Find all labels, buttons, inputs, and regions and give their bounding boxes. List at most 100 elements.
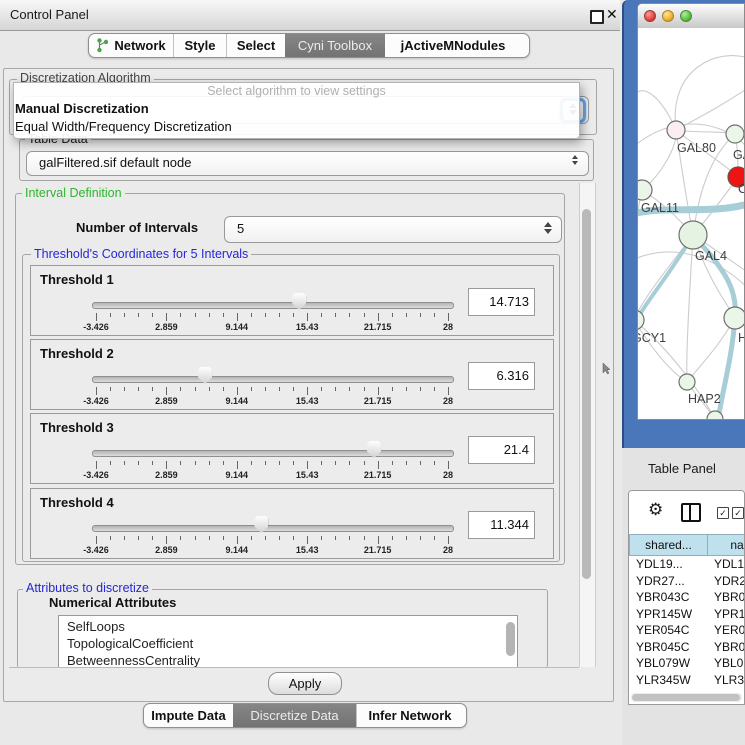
slider-tick <box>279 313 280 317</box>
slider-tick <box>392 536 393 540</box>
tab-select[interactable]: Select <box>226 34 285 57</box>
node-gal80[interactable] <box>667 121 685 139</box>
threshold-4-value-field[interactable]: 11.344 <box>468 511 535 539</box>
column-header-name[interactable]: na <box>707 534 745 556</box>
table-data-combo-stepper[interactable] <box>570 155 580 165</box>
float-window-icon[interactable] <box>590 10 604 24</box>
table-horizontal-scrollbar[interactable] <box>631 693 742 702</box>
dropdown-option-equal-width[interactable]: Equal Width/Frequency Discretization <box>14 118 579 136</box>
slider-track[interactable] <box>92 302 454 309</box>
tab-cyni-toolbox[interactable]: Cyni Toolbox <box>285 34 385 57</box>
tab-infer-network-label: Infer Network <box>368 708 451 723</box>
slider-tick <box>195 313 196 317</box>
node-hap2[interactable] <box>679 374 695 390</box>
cell-name: YER05 <box>714 623 745 637</box>
table-rows: YDL19...YDL19YDR27...YDR27YBR043CYBR04YP… <box>629 556 745 686</box>
slider-tick-label: 28 <box>443 545 453 555</box>
slider-tick <box>364 313 365 317</box>
threshold-panel-1: Threshold 1 -3.4262.8599.14415.4321.7152… <box>30 265 554 336</box>
slider-tick <box>223 536 224 540</box>
table-row[interactable]: YLR345WYLR34 <box>629 672 745 687</box>
cell-name: YBR04 <box>714 640 745 654</box>
dropdown-prompt: Select algorithm to view settings <box>14 83 579 100</box>
scrollbar-thumb[interactable] <box>582 209 591 579</box>
tab-discretize-data[interactable]: Discretize Data <box>233 704 356 727</box>
threshold-1-value-field[interactable]: 14.713 <box>468 288 535 316</box>
column-header-shared-name[interactable]: shared... <box>629 534 708 556</box>
table-row[interactable]: YBL079WYBL07 <box>629 655 745 672</box>
slider-tick <box>110 461 111 465</box>
table-row[interactable]: YPR145WYPR14 <box>629 606 745 623</box>
tab-jactivemnodules[interactable]: jActiveMNodules <box>385 34 521 57</box>
panel-vertical-scrollbar[interactable] <box>579 183 596 667</box>
threshold-2-value-field[interactable]: 6.316 <box>468 362 535 390</box>
node-partial-top-right[interactable] <box>726 125 744 143</box>
slider-tick <box>448 536 449 544</box>
slider-tick <box>209 536 210 540</box>
network-icon <box>96 38 109 53</box>
minimize-traffic-light[interactable] <box>662 10 674 22</box>
slider-tick <box>166 461 167 469</box>
column-layout-icon[interactable] <box>681 503 701 522</box>
tab-network[interactable]: Network <box>89 34 173 57</box>
apply-button[interactable]: Apply <box>268 672 342 695</box>
slider-tick-label: 15.43 <box>296 322 319 332</box>
slider-tick <box>96 461 97 469</box>
slider-tick <box>420 461 421 465</box>
checkbox-icon-2[interactable]: ✓ <box>732 507 744 519</box>
tab-style[interactable]: Style <box>173 34 226 57</box>
tab-impute-data[interactable]: Impute Data <box>144 704 233 727</box>
attribute-list-item[interactable]: TopologicalCoefficient <box>59 635 517 652</box>
slider-tick <box>293 536 294 540</box>
table-data-combo[interactable]: galFiltered.sif default node <box>26 151 589 176</box>
attributes-list-scrollbar[interactable] <box>506 622 515 656</box>
slider-tick <box>110 313 111 317</box>
table-row[interactable]: YER054CYER05 <box>629 622 745 639</box>
cell-shared-name: YLR345W <box>636 673 691 687</box>
node-partial-low-right[interactable] <box>724 307 745 329</box>
table-row[interactable]: YDL19...YDL19 <box>629 556 745 573</box>
tab-jactivemnodules-label: jActiveMNodules <box>401 38 506 53</box>
close-icon[interactable]: ✕ <box>606 6 618 23</box>
slider-tick <box>307 461 308 469</box>
tab-infer-network[interactable]: Infer Network <box>356 704 463 727</box>
network-window-titlebar[interactable] <box>638 4 744 29</box>
number-of-intervals-stepper[interactable] <box>543 222 553 234</box>
threshold-3-value-field[interactable]: 21.4 <box>468 436 535 464</box>
table-row[interactable]: YDR27...YDR27 <box>629 573 745 590</box>
slider-tick <box>209 387 210 391</box>
node-label-gal80: GAL80 <box>677 141 716 155</box>
slider-tick <box>237 461 238 469</box>
checkbox-icon-1[interactable]: ✓ <box>717 507 729 519</box>
slider-tick <box>406 313 407 317</box>
attribute-list-item[interactable]: BetweennessCentrality <box>59 652 517 668</box>
slider-tick <box>180 313 181 317</box>
attribute-list-item[interactable]: SelfLoops <box>59 618 517 635</box>
number-of-intervals-combo[interactable]: 5 <box>224 216 562 243</box>
threshold-panel-3: Threshold 3 -3.4262.8599.14415.4321.7152… <box>30 413 554 484</box>
node-gcy1[interactable] <box>638 310 644 330</box>
slider-track[interactable] <box>92 450 454 457</box>
slider-tick-label: -3.426 <box>83 545 109 555</box>
slider-tick <box>321 536 322 540</box>
slider-tick <box>307 536 308 544</box>
close-traffic-light[interactable] <box>644 10 656 22</box>
node-gal11[interactable] <box>638 180 652 200</box>
number-of-intervals-label: Number of Intervals <box>76 220 198 235</box>
slider-tick <box>392 387 393 391</box>
zoom-traffic-light[interactable] <box>680 10 692 22</box>
cell-name: YDL19 <box>714 557 745 571</box>
slider-track[interactable] <box>92 525 454 532</box>
numerical-attributes-list[interactable]: SelfLoopsTopologicalCoefficientBetweenne… <box>58 615 518 668</box>
slider-tick-label: 15.43 <box>296 545 319 555</box>
slider-tick <box>364 536 365 540</box>
node-gal4[interactable] <box>679 221 707 249</box>
gear-icon[interactable]: ⚙ <box>648 500 663 520</box>
dropdown-option-manual[interactable]: Manual Discretization <box>14 100 579 118</box>
slider-tick-label: -3.426 <box>83 470 109 480</box>
table-row[interactable]: YBR045CYBR04 <box>629 639 745 656</box>
table-row[interactable]: YBR043CYBR04 <box>629 589 745 606</box>
scrollbar-thumb[interactable] <box>632 694 740 701</box>
slider-track[interactable] <box>92 376 454 383</box>
network-canvas[interactable]: GAL80 GA C GAL11 GAL4 GCY1 H HAP2 <box>638 28 745 420</box>
